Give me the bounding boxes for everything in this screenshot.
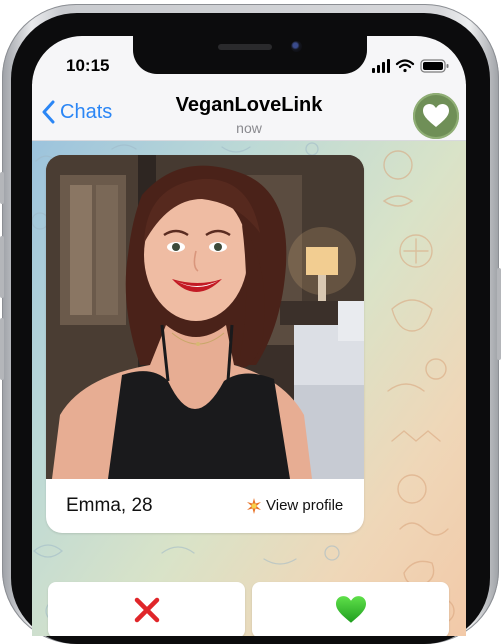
view-profile-link[interactable]: View profile [246, 497, 343, 514]
profile-card[interactable]: Emma, 28 View profile [46, 155, 364, 533]
cellular-signal-icon [372, 59, 390, 73]
sparkle-burst-icon [247, 497, 261, 514]
status-icons [372, 59, 452, 73]
profile-name-age: Emma, 28 [66, 495, 153, 516]
wifi-icon [395, 59, 415, 73]
side-button-silent [0, 172, 4, 204]
bot-avatar[interactable] [413, 93, 459, 139]
reject-button[interactable] [48, 582, 245, 636]
side-button-volume-down [0, 318, 4, 380]
speaker-grille [218, 44, 272, 50]
front-camera-icon [291, 41, 302, 52]
chat-title-block[interactable]: VeganLoveLink now [32, 94, 466, 136]
battery-icon [420, 59, 449, 73]
heart-avatar-icon [423, 104, 449, 127]
chat-background: Emma, 28 View profile [32, 141, 466, 636]
chat-header: Chats VeganLoveLink now [32, 84, 466, 141]
view-profile-label: View profile [266, 497, 344, 514]
side-button-volume-up [0, 236, 4, 298]
notch [133, 36, 367, 74]
chat-status: now [236, 120, 262, 136]
green-heart-icon [335, 596, 366, 623]
like-button[interactable] [252, 582, 449, 636]
profile-photo[interactable] [46, 155, 364, 479]
profile-card-footer: Emma, 28 View profile [46, 479, 364, 533]
cross-mark-icon [134, 597, 159, 623]
phone-screen: 10:15 Chats VeganLoveLink now Emma, 28 V… [32, 36, 466, 636]
side-button-power [497, 268, 501, 360]
status-time: 10:15 [66, 56, 110, 75]
chat-title: VeganLoveLink [175, 94, 323, 116]
